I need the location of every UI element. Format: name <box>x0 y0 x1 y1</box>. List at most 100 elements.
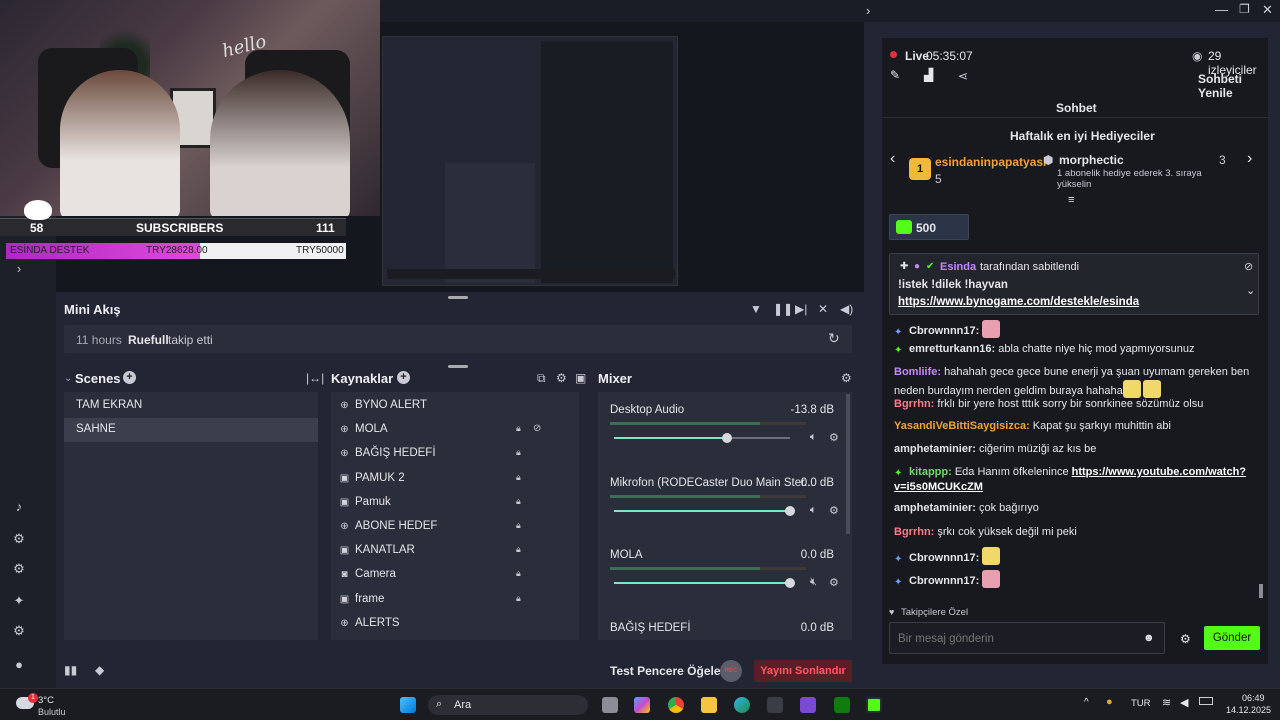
mixer-settings-icon[interactable]: ⚙ <box>841 371 852 385</box>
chat-username[interactable]: Bomliife: <box>894 366 941 378</box>
lock-icon[interactable]: 🔒︎ <box>516 593 521 604</box>
source-item[interactable]: ▣ PAMUK 2 🔒︎ <box>331 467 579 491</box>
mic-tray-icon[interactable]: ● <box>1106 696 1113 708</box>
source-item[interactable]: ⊕ ABONE HEDEF 🔒︎ <box>331 515 579 539</box>
integration-icon[interactable]: ⚙ <box>10 530 28 548</box>
chevron-right-icon[interactable]: › <box>866 3 870 18</box>
chat-input[interactable] <box>898 630 1138 648</box>
chrome-icon[interactable] <box>668 697 684 713</box>
tiktok-icon[interactable]: ♪ <box>10 498 28 516</box>
source-item[interactable]: ▣ KANATLAR 🔒︎ <box>331 539 579 563</box>
speaker-icon[interactable]: 🔈︎ <box>810 504 817 517</box>
collapse-panel-icon[interactable]: |↔| <box>306 371 324 385</box>
record-button[interactable]: REC <box>720 660 742 682</box>
volume-slider[interactable] <box>614 505 795 516</box>
chat-input-box[interactable]: ☻ <box>889 622 1165 654</box>
language-indicator[interactable]: TUR <box>1131 698 1151 709</box>
refresh-icon[interactable]: ↻ <box>828 330 840 347</box>
resize-handle-2[interactable] <box>448 365 468 368</box>
mixer-scrollbar[interactable] <box>846 394 850 534</box>
send-button[interactable]: Gönder <box>1204 626 1260 650</box>
mute-alerts-icon[interactable]: ✕ <box>818 302 828 316</box>
drawer-icon[interactable]: ≡ <box>1068 194 1074 206</box>
close-icon[interactable]: ✕ <box>1262 2 1273 18</box>
task-view-icon[interactable] <box>602 697 618 713</box>
channel-settings-icon[interactable]: ⚙ <box>829 576 839 589</box>
chat-username[interactable]: Cbrownnn17: <box>909 552 979 564</box>
lock-icon[interactable]: 🔒︎ <box>516 568 521 579</box>
source-item[interactable]: ◙ Camera 🔒︎ <box>331 563 579 587</box>
start-icon[interactable] <box>400 697 416 713</box>
add-scene-icon[interactable]: + <box>123 371 136 384</box>
hidden-eye-icon[interactable]: ⊘ <box>533 423 541 434</box>
lock-icon[interactable]: 🔒︎ <box>516 496 521 507</box>
clock-date[interactable]: 14.12.2025 <box>1226 705 1271 715</box>
filter-icon[interactable]: ▼ <box>750 302 762 316</box>
end-stream-button[interactable]: Yayını Sonlandır <box>754 660 852 682</box>
kick-studio-icon[interactable] <box>866 697 882 713</box>
muted-speaker-icon[interactable]: 🔇︎ <box>810 576 817 589</box>
volume-slider-knob[interactable] <box>785 578 795 588</box>
prev-arrow-icon[interactable]: ‹ <box>890 150 895 168</box>
source-item[interactable]: ⊕ MOLA 🔒︎ ⊘ <box>331 418 579 442</box>
emoji-icon[interactable]: ☻ <box>1143 632 1155 644</box>
chat-username[interactable]: Cbrownnn17: <box>909 575 979 587</box>
collapse-chevron-icon[interactable]: ⌄ <box>64 373 72 384</box>
expand-chevron-icon[interactable]: ⌄ <box>1246 284 1255 297</box>
copilot-icon[interactable] <box>634 697 650 713</box>
store-icon[interactable] <box>767 697 783 713</box>
wifi-icon[interactable]: ≋ <box>1162 696 1171 709</box>
source-item[interactable]: ⊕ BAĞIŞ HEDEFİ 🔒︎ <box>331 442 579 466</box>
chat-username[interactable]: emretturkann16: <box>909 343 995 355</box>
clock-time[interactable]: 06:49 <box>1242 693 1265 703</box>
file-explorer-icon[interactable] <box>701 697 717 713</box>
channel-settings-icon[interactable]: ⚙ <box>829 504 839 517</box>
maximize-icon[interactable]: ❐ <box>1239 2 1250 16</box>
minimize-icon[interactable]: — <box>1215 2 1228 17</box>
obs-icon[interactable] <box>800 697 816 713</box>
add-source-icon[interactable]: + <box>397 371 410 384</box>
source-item[interactable]: ⊕ ALERTS <box>331 612 579 636</box>
chat-username[interactable]: Bgrrhn: <box>894 398 934 410</box>
source-item[interactable]: ▣ Pamuk 🔒︎ <box>331 491 579 515</box>
next-arrow-icon[interactable]: › <box>1247 150 1252 168</box>
lock-icon[interactable]: 🔒︎ <box>516 447 521 458</box>
edit-icon[interactable]: ✎ <box>890 68 900 82</box>
settings-icon[interactable]: ⚙ <box>10 622 28 640</box>
lock-icon[interactable]: 🔒︎ <box>516 423 521 434</box>
chat-username[interactable]: YasandiVeBittiSaygisizca: <box>894 420 1030 432</box>
bell-icon[interactable]: ◆ <box>95 663 104 677</box>
user-icon[interactable]: ● <box>10 656 28 674</box>
source-item[interactable]: ▣ frame 🔒︎ <box>331 588 579 612</box>
xbox-icon[interactable] <box>834 697 850 713</box>
lock-icon[interactable]: 🔒︎ <box>516 520 521 531</box>
resize-handle[interactable] <box>448 296 468 299</box>
source-item[interactable]: ⊕ BYNO ALERT <box>331 394 579 418</box>
stats-icon[interactable]: ▮▮ <box>64 663 77 677</box>
plugin-icon[interactable]: ⚙ <box>10 560 28 578</box>
lock-icon[interactable]: 🔒︎ <box>516 472 521 483</box>
volume-slider-knob[interactable] <box>785 505 795 516</box>
speaker-icon[interactable]: ◀ <box>1180 696 1188 709</box>
expand-chevron-icon[interactable]: › <box>10 260 28 278</box>
tray-chevron-icon[interactable]: ^ <box>1084 697 1089 708</box>
battery-icon[interactable] <box>1199 697 1213 705</box>
search-box[interactable]: ⌕ Ara <box>428 695 588 715</box>
volume-slider[interactable] <box>614 578 795 588</box>
channel-settings-icon[interactable]: ⚙ <box>829 431 839 444</box>
chat-username[interactable]: Bgrrhn: <box>894 526 934 538</box>
unpin-icon[interactable]: ⊘ <box>1244 260 1253 273</box>
volume-icon[interactable]: ◀) <box>840 302 853 316</box>
magic-icon[interactable]: ✦ <box>10 592 28 610</box>
chat-scrollbar[interactable] <box>1259 584 1263 598</box>
pinned-link[interactable]: https://www.bynogame.com/destekle/esinda <box>898 296 1139 308</box>
scene-item[interactable]: TAM EKRAN <box>64 394 318 418</box>
pause-icon[interactable]: ❚❚ <box>773 302 793 316</box>
people-icon[interactable]: ▟ <box>924 68 933 82</box>
test-widgets-label[interactable]: Test Pencere Öğeleri <box>610 664 729 678</box>
chat-username[interactable]: kitappp: <box>909 466 952 478</box>
volume-slider[interactable] <box>614 433 790 443</box>
volume-slider-knob[interactable] <box>721 433 732 443</box>
scene-item-active[interactable]: SAHNE <box>64 418 318 442</box>
gear-icon[interactable]: ⚙ <box>556 371 567 385</box>
